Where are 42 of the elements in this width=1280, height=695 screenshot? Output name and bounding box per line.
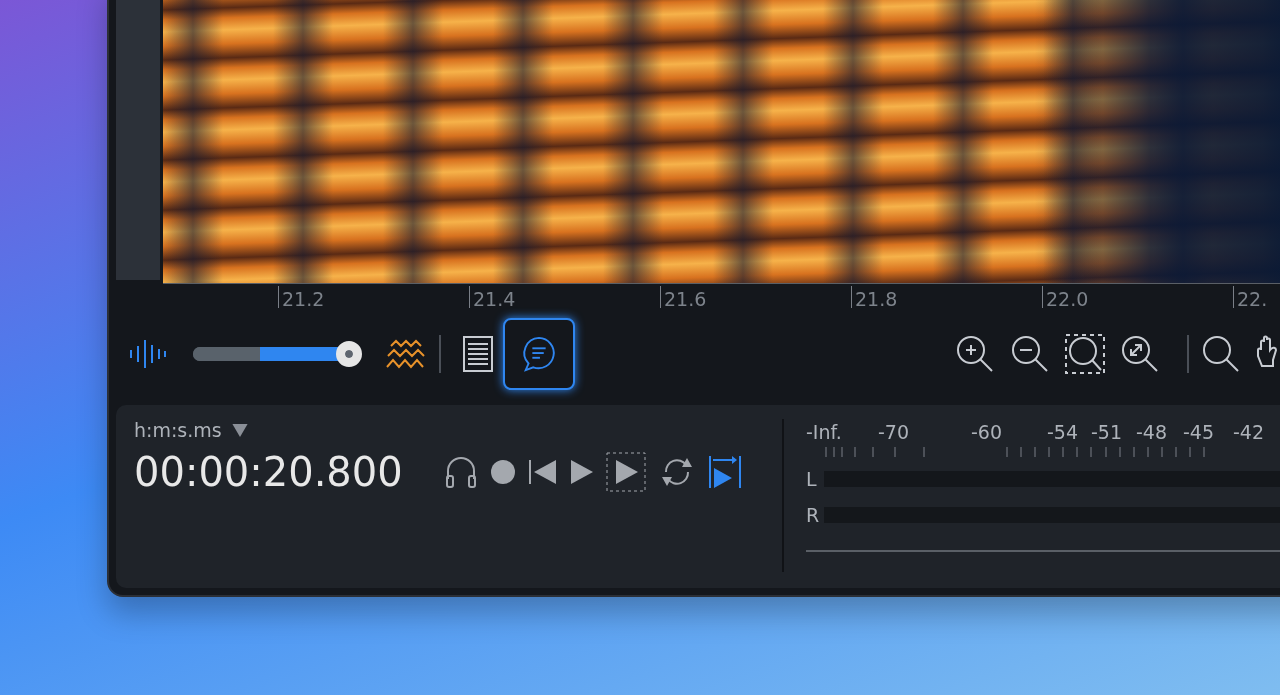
play-selection-button[interactable]: [606, 452, 646, 492]
search-icon[interactable]: [1201, 334, 1241, 374]
zoom-in-icon[interactable]: [955, 334, 995, 374]
to-start-button[interactable]: [528, 458, 558, 486]
channel-label: L: [806, 468, 818, 490]
time-display: 00:00:20.800: [134, 449, 404, 495]
headphones-icon: [444, 455, 478, 489]
play-to-end-button[interactable]: [708, 454, 742, 490]
play-icon: [570, 459, 594, 485]
ruler-label: 21.4: [473, 288, 516, 310]
meter-scale-label: -42: [1233, 421, 1266, 443]
monitor-button[interactable]: [444, 455, 478, 489]
ruler-label: 21.8: [855, 288, 898, 310]
ruler-label: 21.2: [282, 288, 325, 310]
ruler-label: 22.0: [1046, 288, 1089, 310]
play-selection-icon: [606, 452, 646, 492]
ruler-label: 21.6: [664, 288, 707, 310]
slider-thumb[interactable]: [336, 341, 363, 367]
record-button[interactable]: [490, 459, 516, 485]
document-lines-icon: [463, 336, 493, 372]
record-icon: [490, 459, 516, 485]
skip-to-start-icon: [528, 458, 558, 486]
speech-bubble-icon: [520, 335, 558, 373]
meter-scale-label: -54: [1047, 421, 1080, 443]
time-format-dropdown[interactable]: h:m:s.ms: [134, 419, 248, 441]
zoom-out-icon[interactable]: [1010, 334, 1050, 374]
dropdown-caret-icon: [231, 423, 248, 437]
comment-button[interactable]: [503, 318, 575, 390]
zoom-fit-icon[interactable]: [1120, 334, 1160, 374]
meter-scale-label: -60: [971, 421, 1004, 443]
meter-scale-label: -51: [1091, 421, 1124, 443]
play-to-end-icon: [708, 454, 742, 490]
meter-scale-label: -45: [1183, 421, 1216, 443]
meter-scale-label: -Inf.: [806, 421, 843, 443]
play-button[interactable]: [570, 459, 594, 485]
waveform-icon[interactable]: [129, 339, 167, 369]
zoom-selection-icon[interactable]: [1065, 334, 1105, 374]
meter-scale-label: -70: [878, 421, 911, 443]
meter-scale-label: -48: [1136, 421, 1169, 443]
text-list-button[interactable]: [461, 334, 495, 374]
channel-label: R: [806, 504, 818, 526]
ruler-label: 22.: [1237, 288, 1268, 310]
